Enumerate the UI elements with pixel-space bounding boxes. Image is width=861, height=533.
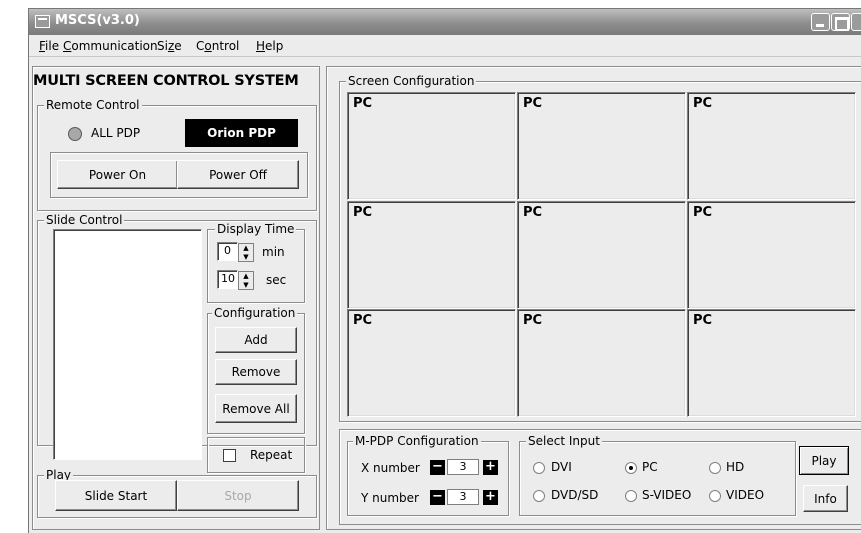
radio-dvd-sd[interactable] — [533, 490, 545, 502]
power-on-button[interactable]: Power On — [57, 160, 178, 189]
y-number-value[interactable]: 3 — [447, 489, 479, 505]
screen-cell[interactable]: PC — [687, 92, 856, 200]
menu-communication[interactable]: Communication — [63, 39, 158, 53]
slide-control-legend: Slide Control — [44, 213, 125, 227]
screen-cell-source: PC — [353, 205, 373, 220]
close-button[interactable] — [851, 13, 861, 31]
x-number-value[interactable]: 3 — [447, 459, 479, 475]
radio-dvi-label[interactable]: DVI — [551, 460, 572, 474]
remove-all-button[interactable]: Remove All — [215, 394, 297, 423]
x-decrease-icon[interactable]: − — [430, 460, 445, 475]
system-heading: MULTI SCREEN CONTROL SYSTEM — [33, 73, 299, 89]
display-time-legend: Display Time — [215, 222, 297, 236]
select-input-legend: Select Input — [526, 434, 602, 448]
power-off-button[interactable]: Power Off — [177, 160, 299, 189]
slide-list[interactable] — [53, 229, 202, 460]
spin-up-icon[interactable]: ▲ — [239, 272, 253, 281]
minutes-input[interactable]: 0 — [217, 242, 238, 261]
seconds-input[interactable]: 10 — [217, 270, 238, 289]
screen-cell[interactable]: PC — [517, 201, 686, 309]
screen-cell-source: PC — [693, 96, 713, 111]
radio-video-label[interactable]: VIDEO — [726, 488, 764, 502]
window-title: MSCS(v3.0) — [55, 13, 140, 28]
remove-button[interactable]: Remove — [215, 359, 297, 385]
screen-cell-source: PC — [523, 96, 543, 111]
radio-dvi[interactable] — [533, 462, 545, 474]
display-time-group: Display Time — [207, 222, 305, 303]
minutes-spinner[interactable]: ▲ ▼ — [238, 243, 254, 262]
info-button[interactable]: Info — [803, 485, 848, 512]
radio-pc-label[interactable]: PC — [642, 460, 658, 474]
spin-down-icon[interactable]: ▼ — [239, 253, 253, 262]
status-led-icon — [68, 127, 82, 141]
stop-button[interactable]: Stop — [177, 480, 299, 511]
screen-cell[interactable]: PC — [517, 309, 686, 417]
main-window: MSCS(v3.0) File Communication Size Contr… — [28, 8, 861, 533]
screen-cell[interactable]: PC — [687, 201, 856, 309]
menu-control[interactable]: Control — [196, 39, 239, 53]
y-decrease-icon[interactable]: − — [430, 490, 445, 505]
screen-cell[interactable]: PC — [347, 201, 516, 309]
y-increase-icon[interactable]: + — [483, 490, 498, 505]
mpdp-configuration-legend: M-PDP Configuration — [353, 434, 481, 448]
radio-s-video-label[interactable]: S-VIDEO — [642, 488, 691, 502]
app-icon — [35, 15, 50, 28]
all-pdp-label[interactable]: ALL PDP — [91, 126, 140, 140]
screen-cell-source: PC — [353, 313, 373, 328]
screen-cell[interactable]: PC — [347, 92, 516, 200]
add-button[interactable]: Add — [215, 327, 297, 353]
screen-cell[interactable]: PC — [517, 92, 686, 200]
screen-cell-source: PC — [523, 313, 543, 328]
radio-video[interactable] — [709, 490, 721, 502]
screen-cell-source: PC — [353, 96, 373, 111]
radio-s-video[interactable] — [625, 490, 637, 502]
repeat-label[interactable]: Repeat — [250, 448, 292, 462]
screen-cell-source: PC — [693, 205, 713, 220]
configuration-legend: Configuration — [212, 306, 298, 320]
seconds-spinner[interactable]: ▲ ▼ — [238, 271, 254, 290]
radio-hd-label[interactable]: HD — [726, 460, 744, 474]
screen-configuration-legend: Screen Configuration — [346, 74, 477, 88]
play-button[interactable]: Play — [799, 446, 849, 475]
y-number-label: Y number — [361, 491, 419, 505]
menu-bar: File Communication Size Control Help — [29, 35, 861, 57]
radio-dvd-sd-label[interactable]: DVD/SD — [551, 488, 598, 502]
x-number-label: X number — [361, 461, 420, 475]
radio-pc[interactable] — [625, 462, 637, 474]
screen-cell-source: PC — [523, 205, 543, 220]
menu-size[interactable]: Size — [157, 39, 182, 53]
device-name-display[interactable]: Orion PDP — [185, 119, 298, 147]
repeat-checkbox[interactable] — [223, 449, 236, 462]
radio-hd[interactable] — [709, 462, 721, 474]
screen-cell[interactable]: PC — [347, 309, 516, 417]
spin-down-icon[interactable]: ▼ — [239, 281, 253, 290]
screen-cell-source: PC — [693, 313, 713, 328]
title-bar[interactable]: MSCS(v3.0) — [29, 9, 861, 35]
spin-up-icon[interactable]: ▲ — [239, 244, 253, 253]
menu-file[interactable]: File — [39, 39, 59, 53]
seconds-unit: sec — [266, 273, 287, 287]
screen-cell[interactable]: PC — [687, 309, 856, 417]
slide-start-button[interactable]: Slide Start — [55, 480, 177, 511]
minutes-unit: min — [262, 245, 285, 259]
minimize-button[interactable] — [811, 13, 830, 31]
menu-help[interactable]: Help — [256, 39, 283, 53]
maximize-button[interactable] — [831, 13, 850, 31]
select-input-group: Select Input — [519, 434, 796, 516]
x-increase-icon[interactable]: + — [483, 460, 498, 475]
remote-control-legend: Remote Control — [44, 98, 142, 112]
